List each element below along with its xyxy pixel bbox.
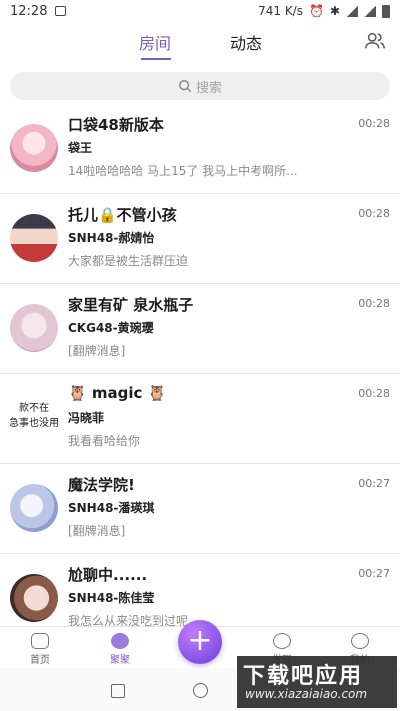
sender-name: CKG48-黄琬璎 <box>68 321 154 335</box>
tab-moments[interactable]: 动态 <box>230 30 262 54</box>
avatar <box>10 484 58 532</box>
room-name: 🦉 magic 🦉 <box>68 384 167 402</box>
bluetooth-icon: ✱ <box>329 4 340 18</box>
message-time: 00:27 <box>358 567 390 580</box>
message-preview: 我看看哈给你 <box>68 434 141 448</box>
sender-name: SNH48-潘瑛琪 <box>68 501 155 515</box>
room-name: 尬聊中...... <box>68 566 148 584</box>
sender-name: SNH48-郝婧怡 <box>68 231 155 245</box>
tab-gather[interactable]: 聚聚 <box>100 633 140 666</box>
sender-name: SNH48-陈佳莹 <box>68 591 155 605</box>
network-speed: 741 K/s <box>258 4 303 18</box>
tab-gather-label: 聚聚 <box>110 655 130 666</box>
avatar <box>10 574 58 622</box>
signal-icon <box>364 5 376 17</box>
contacts-icon[interactable] <box>364 30 386 52</box>
profile-icon <box>351 633 369 649</box>
add-button[interactable]: + <box>178 620 222 664</box>
wifi-icon <box>346 5 358 17</box>
avatar <box>10 304 58 352</box>
watermark-url: www.xiazaiaiao.com <box>245 687 368 701</box>
home-icon <box>31 633 49 649</box>
chat-bubble-icon <box>111 633 129 649</box>
alarm-icon: ⏰ <box>308 4 324 18</box>
watermark: 下载吧应用 www.xiazaiaiao.com <box>237 656 397 708</box>
list-item[interactable]: 魔法学院! 00:27 SNH48-潘瑛琪 [翻牌消息] <box>0 464 400 554</box>
avatar <box>10 214 58 262</box>
message-time: 00:28 <box>358 117 390 130</box>
message-time: 00:28 <box>358 387 390 400</box>
discover-icon <box>273 633 291 649</box>
room-name: 魔法学院! <box>68 476 135 494</box>
tab-rooms[interactable]: 房间 <box>139 30 171 54</box>
avatar-text: 款不在 急事也没用 <box>9 403 59 429</box>
recent-apps-icon[interactable] <box>111 684 125 698</box>
tab-home[interactable]: 首页 <box>20 633 60 666</box>
status-bar: 12:28 741 K/s ⏰ ✱ <box>0 0 400 22</box>
top-nav: 房间 动态 <box>0 22 400 64</box>
home-circle-icon[interactable] <box>193 683 208 698</box>
search-bar[interactable]: 搜索 <box>10 72 390 100</box>
sender-name: 冯晓菲 <box>68 411 105 425</box>
search-icon <box>179 80 192 93</box>
status-time: 12:28 <box>10 3 48 19</box>
list-item[interactable]: 款不在 急事也没用 🦉 magic 🦉 00:28 冯晓菲 我看看哈给你 <box>0 374 400 464</box>
message-time: 00:28 <box>358 297 390 310</box>
conversation-list: 口袋48新版本 00:28 袋王 14啦哈哈哈哈 马上15了 我马上中考啊所..… <box>0 104 400 643</box>
list-item[interactable]: 家里有矿 泉水瓶子 00:28 CKG48-黄琬璎 [翻牌消息] <box>0 284 400 374</box>
room-name: 口袋48新版本 <box>68 116 164 134</box>
message-time: 00:28 <box>358 207 390 220</box>
watermark-title: 下载吧应用 <box>243 664 364 689</box>
list-item[interactable]: 托儿🔒不管小孩 00:28 SNH48-郝婧怡 大家都是被生活群压迫 <box>0 194 400 284</box>
avatar <box>10 124 58 172</box>
tab-home-label: 首页 <box>30 655 50 666</box>
message-preview: 大家都是被生活群压迫 <box>68 254 189 268</box>
room-name: 托儿🔒不管小孩 <box>68 206 177 224</box>
message-preview: 14啦哈哈哈哈 马上15了 我马上中考啊所... <box>68 164 298 178</box>
active-tab-indicator <box>141 58 171 60</box>
message-preview: [翻牌消息] <box>68 524 126 538</box>
battery-icon <box>382 4 390 18</box>
list-item[interactable]: 口袋48新版本 00:28 袋王 14啦哈哈哈哈 马上15了 我马上中考啊所..… <box>0 104 400 194</box>
sender-name: 袋王 <box>68 141 93 155</box>
room-name: 家里有矿 泉水瓶子 <box>68 296 194 314</box>
message-time: 00:27 <box>358 477 390 490</box>
message-preview: [翻牌消息] <box>68 344 126 358</box>
image-notification-icon <box>55 6 67 16</box>
search-placeholder: 搜索 <box>195 80 222 96</box>
